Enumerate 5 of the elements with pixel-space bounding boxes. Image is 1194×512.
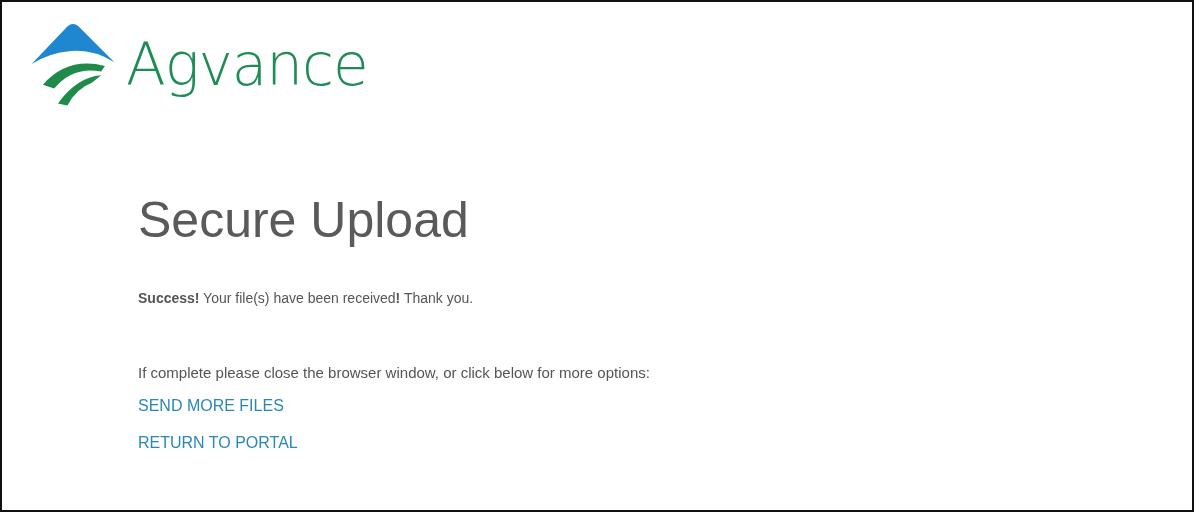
action-link[interactable]: SEND MORE FILES bbox=[138, 397, 284, 415]
action-link[interactable]: RETURN TO PORTAL bbox=[138, 434, 298, 452]
page-heading: Secure Upload bbox=[138, 191, 470, 250]
success-message: Success! Your file(s) have been received! Thank you. bbox=[138, 290, 475, 306]
instructions-text: If complete please close the browser window, or click below for more options: bbox=[138, 364, 651, 381]
